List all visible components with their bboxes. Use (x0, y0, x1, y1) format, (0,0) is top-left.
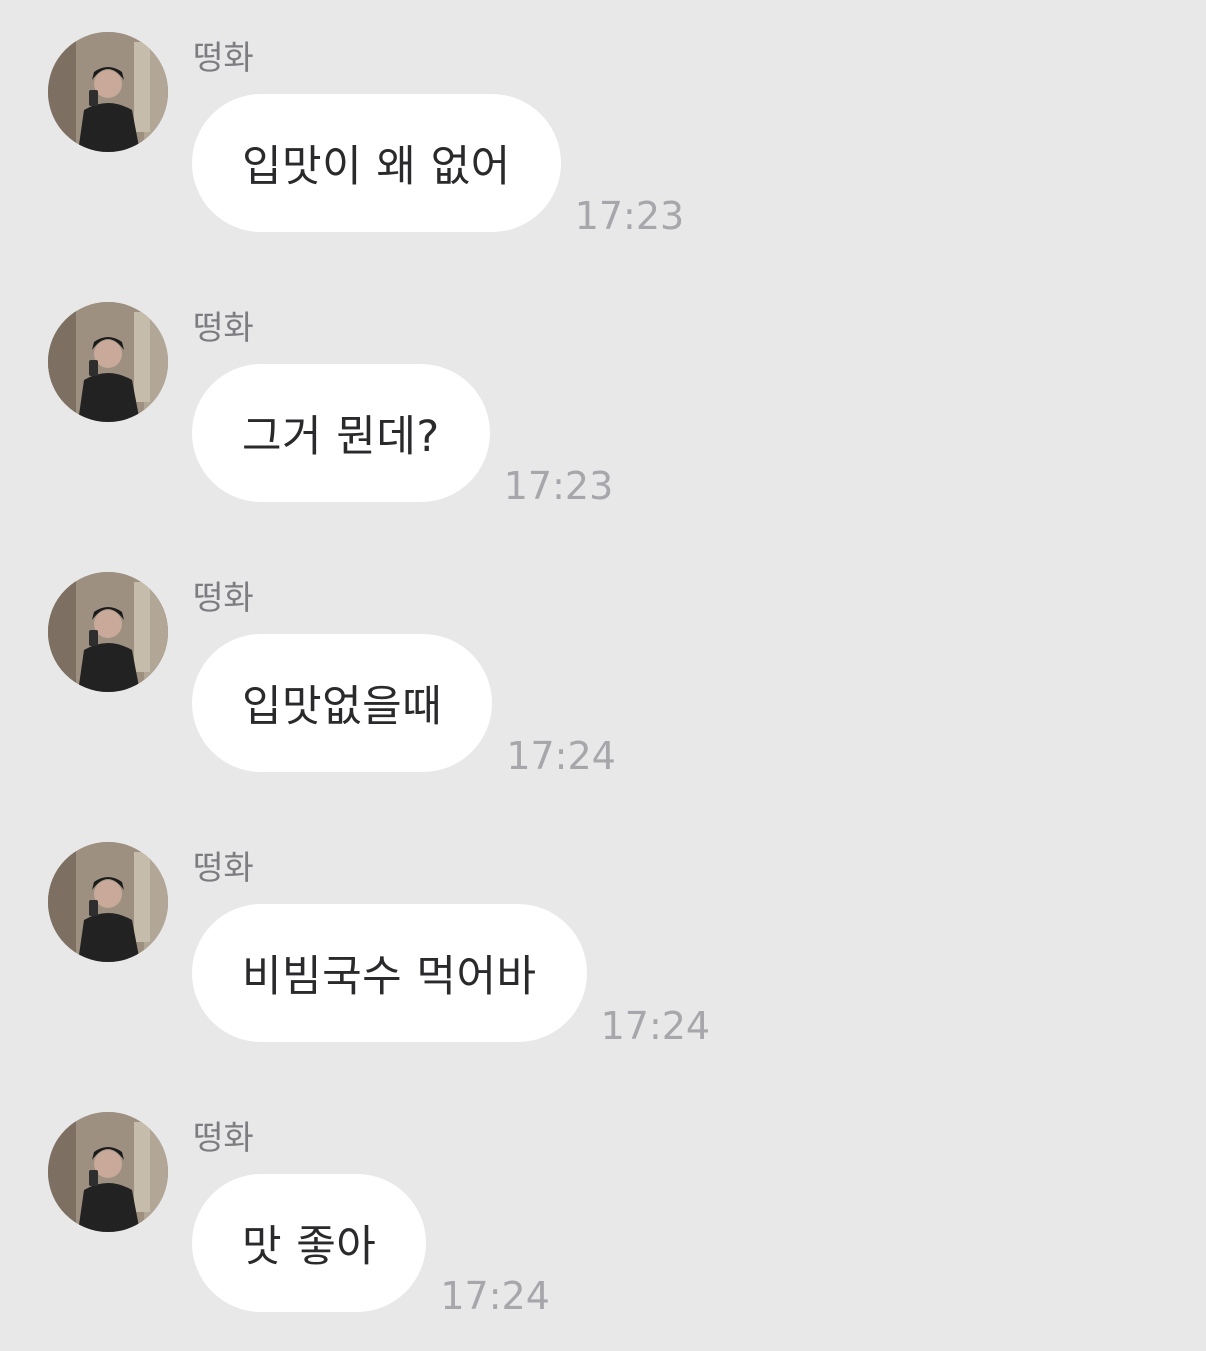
profile-avatar[interactable] (48, 1112, 168, 1232)
chat-thread: 떵화 입맛이 왜 없어 17:23 떵화 그거 뭔데? 17:23 떵화 입맛없… (0, 0, 1206, 1351)
message-text: 맛 좋아 (242, 1222, 377, 1272)
sender-name: 떵화 (193, 578, 254, 617)
message-row: 맛 좋아 17:24 (192, 1174, 550, 1316)
message-text: 입맛이 왜 없어 (242, 142, 511, 192)
sender-name: 떵화 (193, 848, 254, 887)
message-item: 떵화 맛 좋아 17:24 (0, 1080, 1206, 1320)
message-item: 떵화 그거 뭔데? 17:23 (0, 270, 1206, 510)
sender-name: 떵화 (193, 308, 254, 347)
message-text: 그거 뭔데? (242, 412, 440, 462)
profile-avatar[interactable] (48, 572, 168, 692)
message-item: 떵화 비빔국수 먹어바 17:24 (0, 810, 1206, 1050)
message-row: 비빔국수 먹어바 17:24 (192, 904, 710, 1046)
sender-name: 떵화 (193, 38, 254, 77)
message-timestamp: 17:23 (574, 194, 685, 238)
message-timestamp: 17:24 (600, 1004, 711, 1048)
message-text: 입맛없을때 (242, 682, 443, 732)
message-timestamp: 17:23 (503, 464, 614, 508)
message-row: 입맛이 왜 없어 17:23 (192, 94, 684, 236)
message-bubble[interactable]: 비빔국수 먹어바 (192, 904, 587, 1042)
profile-avatar[interactable] (48, 32, 168, 152)
message-item: 떵화 입맛없을때 17:24 (0, 540, 1206, 780)
message-row: 그거 뭔데? 17:23 (192, 364, 613, 506)
message-bubble[interactable]: 입맛없을때 (192, 634, 493, 772)
message-timestamp: 17:24 (506, 734, 616, 778)
message-timestamp: 17:24 (440, 1274, 550, 1318)
message-bubble[interactable]: 그거 뭔데? (192, 364, 490, 502)
message-bubble[interactable]: 입맛이 왜 없어 (192, 94, 561, 232)
message-row: 입맛없을때 17:24 (192, 634, 616, 776)
message-text: 비빔국수 먹어바 (242, 952, 537, 1002)
message-bubble[interactable]: 맛 좋아 (192, 1174, 427, 1312)
profile-avatar[interactable] (48, 302, 168, 422)
profile-avatar[interactable] (48, 842, 168, 962)
sender-name: 떵화 (193, 1118, 254, 1157)
message-item: 떵화 입맛이 왜 없어 17:23 (0, 0, 1206, 240)
